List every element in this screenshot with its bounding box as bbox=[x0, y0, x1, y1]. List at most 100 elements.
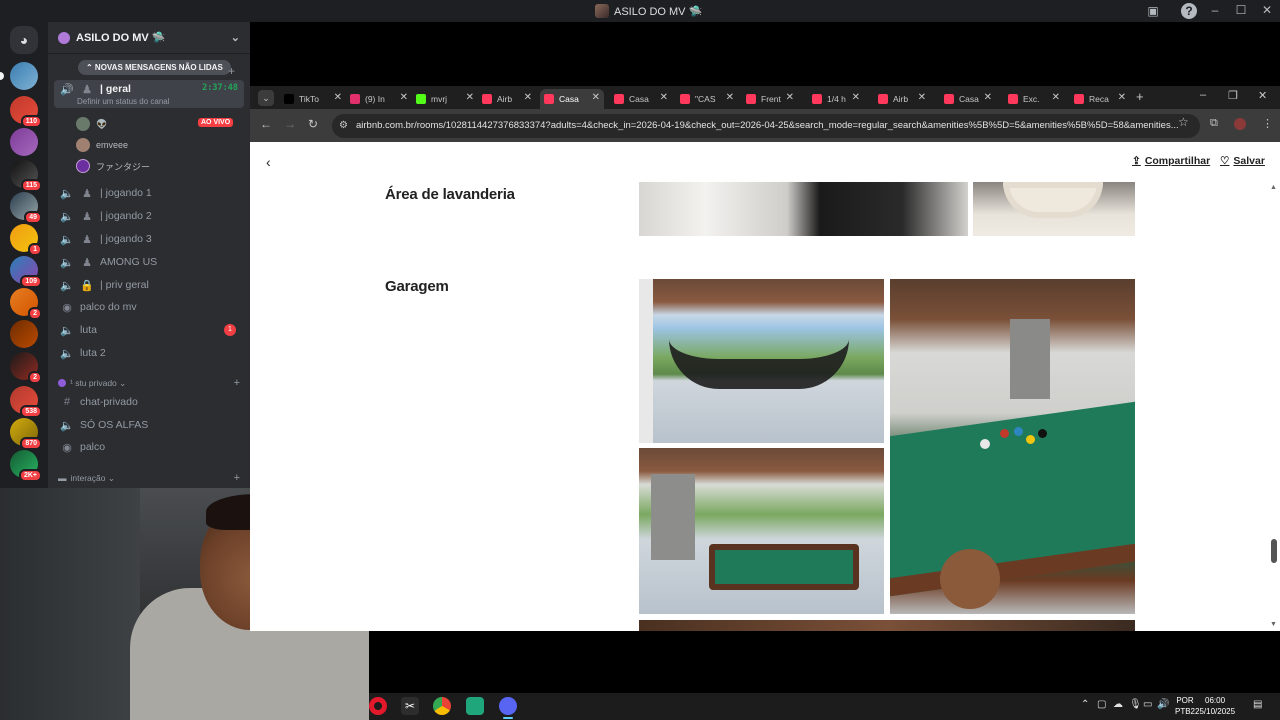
tray-app-icon[interactable]: ▢ bbox=[1097, 699, 1106, 710]
close-icon[interactable]: ✕ bbox=[984, 92, 992, 103]
close-icon[interactable]: ✕ bbox=[918, 92, 926, 103]
scroll-thumb[interactable] bbox=[1271, 539, 1277, 563]
microphone-icon[interactable]: 🎙 bbox=[1129, 699, 1142, 710]
browser-close-button[interactable]: ✕ bbox=[1258, 89, 1267, 102]
channel-luta-2[interactable]: 🔈 luta 2 bbox=[54, 342, 244, 364]
voice-user-1[interactable]: 👽 bbox=[76, 114, 107, 134]
server-icon-5[interactable]: 49 bbox=[10, 192, 42, 224]
tab-6[interactable]: Casa ✕ bbox=[610, 89, 668, 109]
new-tab-button[interactable]: + bbox=[1136, 89, 1144, 104]
language-indicator[interactable]: POR PTB2 bbox=[1175, 695, 1195, 717]
address-bar[interactable]: ⚙ airbnb.com.br/rooms/102811442737683337… bbox=[332, 114, 1200, 138]
discord-home-icon[interactable]: ◕ bbox=[10, 26, 38, 54]
discord-taskbar-icon[interactable] bbox=[499, 697, 517, 719]
channel-jogando-1[interactable]: 🔈 ♟ | jogando 1 bbox=[54, 182, 244, 204]
photo-next-row[interactable] bbox=[639, 620, 1135, 631]
close-icon[interactable]: ✕ bbox=[660, 92, 668, 103]
channel-priv-geral[interactable]: 🔈 🔒 | priv geral bbox=[54, 274, 244, 296]
tab-5-active[interactable]: Casa ✕ bbox=[540, 89, 604, 109]
tab-11[interactable]: Casa ✕ bbox=[940, 89, 992, 109]
channel-status-hint[interactable]: Definir um status do canal bbox=[77, 97, 170, 106]
reload-icon[interactable]: ↻ bbox=[308, 117, 318, 131]
server-icon-7[interactable]: 109 bbox=[10, 256, 42, 288]
channel-luta[interactable]: 🔈 luta 1 bbox=[54, 319, 244, 341]
close-icon[interactable]: ✕ bbox=[726, 92, 734, 103]
server-icon-10[interactable]: 2 bbox=[10, 352, 42, 384]
tab-9[interactable]: 1/4 h ✕ bbox=[808, 89, 860, 109]
volume-icon[interactable]: 🔊 bbox=[1157, 699, 1169, 710]
server-icon-6[interactable]: 1 bbox=[10, 224, 42, 256]
scroll-up-icon[interactable]: ▲ bbox=[1270, 184, 1277, 191]
browser-restore-button[interactable]: ❐ bbox=[1228, 89, 1238, 102]
tab-13[interactable]: Reca ✕ bbox=[1070, 89, 1126, 109]
forward-arrow-icon[interactable]: → bbox=[284, 117, 296, 131]
server-icon-1[interactable] bbox=[0, 62, 38, 90]
close-icon[interactable]: ✕ bbox=[466, 92, 474, 103]
server-icon-4[interactable]: 115 bbox=[10, 160, 42, 192]
maximize-button[interactable]: ☐ bbox=[1228, 0, 1254, 22]
tab-12[interactable]: Exc. ✕ bbox=[1004, 89, 1060, 109]
server-icon-8[interactable]: 2 bbox=[10, 288, 42, 320]
add-channel-icon[interactable]: + bbox=[228, 64, 235, 78]
channel-so-os-alfas[interactable]: 🔈 SÓ OS ALFAS bbox=[54, 414, 244, 436]
tab-3[interactable]: mvrj ✕ bbox=[412, 89, 474, 109]
server-icon-13[interactable]: 2K+ bbox=[10, 450, 42, 482]
notification-icon[interactable]: ▤ bbox=[1253, 699, 1262, 710]
tab-7[interactable]: "CAS ✕ bbox=[676, 89, 734, 109]
tab-8[interactable]: Frent ✕ bbox=[742, 89, 794, 109]
close-icon[interactable]: ✕ bbox=[1052, 92, 1060, 103]
network-icon[interactable]: ▭ bbox=[1143, 699, 1152, 710]
close-icon[interactable]: ✕ bbox=[524, 92, 532, 103]
channel-jogando-2[interactable]: 🔈 ♟ | jogando 2 bbox=[54, 205, 244, 227]
photo-laundry-2[interactable] bbox=[973, 182, 1135, 236]
chrome-icon[interactable] bbox=[433, 697, 451, 715]
bookmark-star-icon[interactable]: ☆ bbox=[1178, 115, 1189, 129]
site-info-icon[interactable]: ⚙ bbox=[339, 114, 348, 138]
extensions-icon[interactable]: ⧉ bbox=[1210, 117, 1218, 130]
opera-icon[interactable] bbox=[369, 697, 387, 715]
photo-garage-pool-table[interactable] bbox=[890, 279, 1135, 614]
server-header[interactable]: ASILO DO MV 🛸 ⌄ bbox=[48, 22, 250, 54]
app-icon[interactable] bbox=[466, 697, 484, 715]
chevron-up-icon[interactable]: ⌃ bbox=[1081, 699, 1089, 710]
channel-jogando-3[interactable]: 🔈 ♟ | jogando 3 bbox=[54, 228, 244, 250]
channel-palco-do-mv[interactable]: ◉ palco do mv bbox=[54, 296, 244, 318]
category-interacao[interactable]: ▬ interação ⌄ + bbox=[58, 471, 240, 485]
profile-avatar[interactable] bbox=[1234, 118, 1246, 130]
back-arrow-icon[interactable]: ← bbox=[260, 117, 272, 131]
add-channel-icon[interactable]: + bbox=[234, 377, 240, 389]
close-icon[interactable]: ✕ bbox=[1118, 92, 1126, 103]
help-icon[interactable]: ? bbox=[1181, 3, 1197, 19]
server-icon-9[interactable] bbox=[10, 320, 38, 348]
inbox-icon[interactable]: ▣ bbox=[1145, 3, 1161, 19]
capcut-icon[interactable]: ✂ bbox=[401, 697, 419, 715]
channel-palco[interactable]: ◉ palco bbox=[54, 436, 244, 458]
tab-4[interactable]: Airb ✕ bbox=[478, 89, 532, 109]
photo-laundry-1[interactable] bbox=[639, 182, 968, 236]
server-icon-11[interactable]: 538 bbox=[10, 386, 42, 418]
photo-garage-hammock[interactable] bbox=[639, 279, 884, 443]
close-icon[interactable]: ✕ bbox=[786, 92, 794, 103]
channel-chat-privado[interactable]: # chat-privado bbox=[54, 391, 244, 413]
back-chevron-icon[interactable]: ‹ bbox=[266, 154, 271, 170]
channel-geral[interactable]: 🔊 ♟ | geral 2:37:48 Definir um status do… bbox=[54, 80, 244, 108]
close-icon[interactable]: ✕ bbox=[852, 92, 860, 103]
minimize-button[interactable]: – bbox=[1202, 0, 1228, 22]
close-button[interactable]: ✕ bbox=[1254, 0, 1280, 22]
tab-1[interactable]: TikTo ✕ bbox=[280, 89, 342, 109]
browser-minimize-button[interactable]: – bbox=[1200, 89, 1206, 101]
voice-user-2[interactable]: emveee bbox=[76, 135, 128, 155]
save-button[interactable]: ♡ Salvar bbox=[1220, 155, 1265, 167]
tab-10[interactable]: Airb ✕ bbox=[874, 89, 926, 109]
menu-icon[interactable]: ⋮ bbox=[1262, 117, 1273, 130]
server-icon-3[interactable] bbox=[10, 128, 38, 156]
page-scrollbar[interactable]: ▲ ▼ bbox=[1268, 184, 1280, 631]
cloud-icon[interactable]: ☁ bbox=[1113, 699, 1123, 710]
category-stu-privado[interactable]: ¹ stu privado ⌄ + bbox=[58, 376, 240, 390]
tab-2[interactable]: (9) In ✕ bbox=[346, 89, 408, 109]
close-icon[interactable]: ✕ bbox=[334, 92, 342, 103]
server-icon-2[interactable]: 110 bbox=[10, 96, 42, 128]
voice-user-3[interactable]: ファンタジー bbox=[76, 156, 150, 176]
photo-garage-grill-pool[interactable] bbox=[639, 448, 884, 614]
scroll-down-icon[interactable]: ▼ bbox=[1270, 621, 1277, 628]
